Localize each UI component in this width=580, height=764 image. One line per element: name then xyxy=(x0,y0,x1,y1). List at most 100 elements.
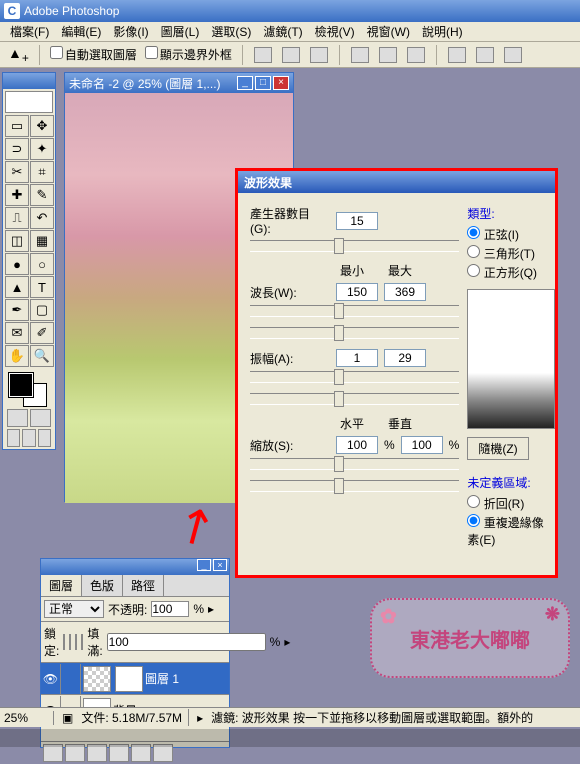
menu-window[interactable]: 視窗(W) xyxy=(361,21,416,42)
crop-tool[interactable]: ✂ xyxy=(5,161,29,183)
type-sine-radio[interactable]: 正弦(I) xyxy=(467,226,555,243)
lasso-tool[interactable]: ⊃ xyxy=(5,138,29,160)
pen-tool[interactable]: ✒ xyxy=(5,299,29,321)
path-tool[interactable]: ▲ xyxy=(5,276,29,298)
align-button[interactable] xyxy=(379,47,397,63)
stamp-tool[interactable]: ⎍ xyxy=(5,207,29,229)
layer-thumbnail[interactable] xyxy=(83,666,111,692)
marquee-tool[interactable]: ▭ xyxy=(5,115,29,137)
layer-row[interactable]: 👁 圖層 1 xyxy=(41,663,229,695)
align-button[interactable] xyxy=(351,47,369,63)
menu-file[interactable]: 檔案(F) xyxy=(4,21,55,42)
scale-h-input[interactable] xyxy=(336,436,378,454)
shape-tool[interactable]: ▢ xyxy=(30,299,54,321)
generators-slider[interactable] xyxy=(250,240,459,252)
notes-tool[interactable]: ✉ xyxy=(5,322,29,344)
lock-transparent[interactable] xyxy=(63,634,65,650)
panel-close-button[interactable]: × xyxy=(213,559,227,571)
lock-move[interactable] xyxy=(75,634,77,650)
zoom-tool[interactable]: 🔍 xyxy=(30,345,54,367)
wavelength-min-slider[interactable] xyxy=(250,305,459,317)
align-button[interactable] xyxy=(310,47,328,63)
history-brush-tool[interactable]: ↶ xyxy=(30,207,54,229)
move-tool[interactable]: ✥ xyxy=(30,115,54,137)
panel-grip[interactable] xyxy=(3,73,55,89)
screen-mode[interactable] xyxy=(22,429,35,447)
menu-edit[interactable]: 編輯(E) xyxy=(55,21,107,42)
dodge-tool[interactable]: ○ xyxy=(30,253,54,275)
amplitude-max-input[interactable] xyxy=(384,349,426,367)
tab-paths[interactable]: 路徑 xyxy=(123,575,164,596)
wand-tool[interactable]: ✦ xyxy=(30,138,54,160)
repeat-radio[interactable]: 重複邊緣像素(E) xyxy=(467,514,555,548)
type-square-radio[interactable]: 正方形(Q) xyxy=(467,264,555,281)
lock-paint[interactable] xyxy=(69,634,71,650)
blur-tool[interactable]: ● xyxy=(5,253,29,275)
generators-label: 產生器數目(G): xyxy=(250,205,330,236)
wavelength-max-slider[interactable] xyxy=(250,327,459,339)
distribute-button[interactable] xyxy=(448,47,466,63)
menu-layer[interactable]: 圖層(L) xyxy=(155,21,206,42)
opacity-input[interactable] xyxy=(151,601,189,617)
lock-all[interactable] xyxy=(81,634,83,650)
fill-input[interactable] xyxy=(107,633,266,651)
scale-v-input[interactable] xyxy=(401,436,443,454)
doc-size: 文件: 5.18M/7.57M xyxy=(81,709,189,726)
doc-icon[interactable]: ▣ xyxy=(62,711,73,725)
opacity-label: 不透明: xyxy=(108,601,147,618)
close-button[interactable]: × xyxy=(273,76,289,90)
menu-help[interactable]: 說明(H) xyxy=(416,21,469,42)
zoom-level[interactable]: 25% xyxy=(4,711,54,725)
amplitude-min-input[interactable] xyxy=(336,349,378,367)
type-triangle-radio[interactable]: 三角形(T) xyxy=(467,245,555,262)
screen-mode[interactable] xyxy=(7,429,20,447)
menu-filter[interactable]: 濾鏡(T) xyxy=(257,21,308,42)
wrap-radio[interactable]: 折回(R) xyxy=(467,495,555,512)
wavelength-max-input[interactable] xyxy=(384,283,426,301)
tab-layers[interactable]: 圖層 xyxy=(41,575,82,596)
minimize-button[interactable]: _ xyxy=(237,76,253,90)
align-button[interactable] xyxy=(282,47,300,63)
menu-image[interactable]: 影像(I) xyxy=(107,21,154,42)
menu-select[interactable]: 選取(S) xyxy=(205,21,257,42)
standard-mode[interactable] xyxy=(7,409,28,427)
panel-min-button[interactable]: _ xyxy=(197,559,211,571)
maximize-button[interactable]: □ xyxy=(255,76,271,90)
color-swatch[interactable] xyxy=(5,371,53,407)
align-button[interactable] xyxy=(254,47,272,63)
randomize-button[interactable]: 隨機(Z) xyxy=(467,437,528,460)
layer-name[interactable]: 圖層 1 xyxy=(145,670,179,687)
max-header: 最大 xyxy=(388,262,412,279)
scale-v-slider[interactable] xyxy=(250,480,459,492)
eyedropper-tool[interactable]: ✐ xyxy=(30,322,54,344)
auto-select-checkbox[interactable]: 自動選取圖層 xyxy=(50,46,137,63)
link-icon[interactable] xyxy=(61,664,81,694)
generators-input[interactable] xyxy=(336,212,378,230)
slice-tool[interactable]: ⌗ xyxy=(30,161,54,183)
visibility-icon[interactable]: 👁 xyxy=(41,664,61,694)
tool-preset-icon[interactable] xyxy=(5,91,53,113)
show-bounds-checkbox[interactable]: 顯示邊界外框 xyxy=(145,46,232,63)
scale-h-slider[interactable] xyxy=(250,458,459,470)
distribute-button[interactable] xyxy=(476,47,494,63)
heal-tool[interactable]: ✚ xyxy=(5,184,29,206)
gradient-tool[interactable]: ▦ xyxy=(30,230,54,252)
align-button[interactable] xyxy=(407,47,425,63)
mask-thumbnail[interactable] xyxy=(115,666,143,692)
tab-channels[interactable]: 色版 xyxy=(82,575,123,596)
eraser-tool[interactable]: ◫ xyxy=(5,230,29,252)
quickmask-mode[interactable] xyxy=(30,409,51,427)
app-titlebar: C Adobe Photoshop xyxy=(0,0,580,22)
fg-color[interactable] xyxy=(9,373,33,397)
wavelength-min-input[interactable] xyxy=(336,283,378,301)
screen-mode[interactable] xyxy=(38,429,51,447)
app-icon: C xyxy=(4,3,20,19)
blend-mode-select[interactable]: 正常 xyxy=(44,600,104,618)
hand-tool[interactable]: ✋ xyxy=(5,345,29,367)
distribute-button[interactable] xyxy=(504,47,522,63)
menu-view[interactable]: 檢視(V) xyxy=(309,21,361,42)
amplitude-max-slider[interactable] xyxy=(250,393,459,405)
amplitude-min-slider[interactable] xyxy=(250,371,459,383)
type-tool[interactable]: T xyxy=(30,276,54,298)
brush-tool[interactable]: ✎ xyxy=(30,184,54,206)
